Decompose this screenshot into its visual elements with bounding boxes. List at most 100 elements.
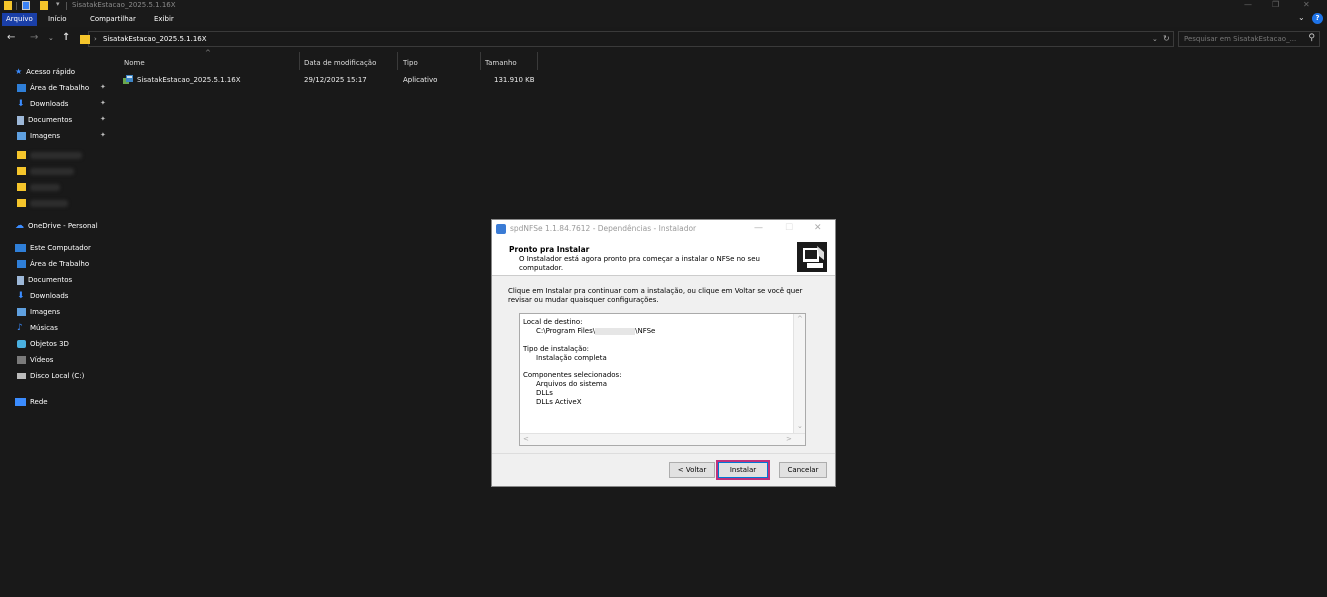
dialog-header: Pronto pra Instalar O Instalador está ag… (492, 238, 835, 276)
tab-inicio[interactable]: Início (44, 13, 71, 26)
pin-icon[interactable]: ✦ (100, 83, 106, 91)
sidebar-item-redacted[interactable] (17, 196, 68, 210)
column-separator[interactable] (397, 52, 398, 70)
memo-type-label: Tipo de instalação: (523, 345, 590, 353)
properties-icon[interactable] (22, 1, 30, 10)
memo-component: Arquivos do sistema (536, 380, 608, 388)
column-separator[interactable] (537, 52, 538, 70)
dialog-title-bar: spdNFSe 1.1.84.7612 - Dependências - Ins… (492, 220, 835, 238)
dialog-close-button[interactable]: ✕ (814, 223, 822, 233)
dialog-heading: Pronto pra Instalar (509, 245, 590, 254)
maximize-button[interactable]: ❐ (1272, 0, 1279, 9)
folder-icon (17, 151, 26, 159)
sidebar-item-quick-access[interactable]: ★ Acesso rápido (15, 65, 75, 79)
refresh-icon[interactable]: ↻ (1163, 34, 1170, 43)
redacted-label (30, 183, 60, 191)
music-icon: ♪ (17, 323, 23, 333)
pin-icon[interactable]: ✦ (100, 99, 106, 107)
cancel-button[interactable]: Cancelar (779, 462, 827, 478)
search-icon: ⚲ (1308, 33, 1315, 43)
sidebar-item-network[interactable]: Rede (15, 395, 48, 409)
back-button[interactable]: < Voltar (669, 462, 715, 478)
address-row: ← → ⌄ ↑ › SisatakEstacao_2025.5.1.16X ⌄ … (0, 30, 1327, 48)
sidebar-item-redacted[interactable] (17, 180, 60, 194)
installer-logo-icon (797, 242, 827, 272)
folder-icon (17, 199, 26, 207)
file-name: SisatakEstacao_2025.5.1.16X (137, 76, 241, 84)
chevron-right-icon[interactable]: › (94, 35, 97, 43)
forward-arrow-icon[interactable]: → (30, 32, 38, 43)
sidebar-item-redacted[interactable] (17, 164, 74, 178)
sidebar-item-onedrive[interactable]: ☁ OneDrive - Personal (15, 219, 98, 233)
redacted-label (30, 199, 68, 207)
tab-compartilhar[interactable]: Compartilhar (86, 13, 140, 26)
desktop-icon (17, 84, 26, 92)
chevron-down-icon[interactable]: ⌄ (1152, 35, 1158, 43)
close-button[interactable]: ✕ (1303, 0, 1310, 9)
dialog-minimize-button[interactable]: — (754, 223, 763, 233)
scroll-down-icon[interactable]: ⌄ (797, 422, 803, 430)
memo-component: DLLs (536, 389, 553, 397)
sort-ascending-icon: ^ (205, 49, 211, 57)
up-arrow-icon[interactable]: ↑ (62, 32, 70, 43)
folder-icon (4, 1, 12, 10)
sidebar-item-this-pc[interactable]: Este Computador (15, 241, 91, 255)
sidebar-item-pc-documents[interactable]: Documentos (17, 273, 72, 287)
memo-horizontal-scrollbar[interactable]: < > (520, 433, 805, 445)
redacted-label (30, 167, 74, 175)
cloud-icon: ☁ (15, 221, 24, 231)
sidebar-item-desktop[interactable]: Área de Trabalho (17, 81, 89, 95)
sidebar-item-pc-music[interactable]: ♪ Músicas (17, 321, 58, 335)
memo-type-value: Instalação completa (536, 354, 607, 362)
computer-icon (15, 244, 26, 252)
document-icon (17, 275, 24, 285)
memo-vertical-scrollbar[interactable]: ^ ⌄ (793, 314, 805, 434)
scroll-up-icon[interactable]: ^ (797, 315, 803, 323)
sidebar-item-documents[interactable]: Documentos (17, 113, 72, 127)
column-separator[interactable] (299, 52, 300, 70)
column-header-name[interactable]: Nome (124, 54, 145, 72)
scroll-right-icon[interactable]: > (786, 435, 792, 443)
sidebar-item-pc-images[interactable]: Imagens (17, 305, 60, 319)
file-type: Aplicativo (403, 76, 438, 84)
minimize-button[interactable]: — (1244, 0, 1252, 9)
column-header-modified[interactable]: Data de modificação (304, 54, 376, 72)
sidebar-item-pc-local-disk[interactable]: Disco Local (C:) (17, 369, 84, 383)
column-separator[interactable] (480, 52, 481, 70)
tab-exibir[interactable]: Exibir (150, 13, 178, 26)
memo-dest-path: C:\Program Files\ \NFSe (536, 327, 656, 335)
tab-arquivo[interactable]: Arquivo (2, 13, 37, 26)
ready-memo[interactable]: Local de destino: C:\Program Files\ \NFSe… (519, 313, 806, 446)
install-button[interactable]: Instalar (718, 462, 768, 478)
back-arrow-icon[interactable]: ← (7, 32, 15, 43)
ribbon-tabs: Arquivo Início Compartilhar Exibir ⌄ ? (0, 12, 1327, 27)
sidebar-item-pc-desktop[interactable]: Área de Trabalho (17, 257, 89, 271)
sidebar-item-downloads[interactable]: ⬇ Downloads (17, 97, 68, 111)
expand-ribbon-icon[interactable]: ⌄ (1298, 13, 1305, 22)
address-bar[interactable]: › SisatakEstacao_2025.5.1.16X ⌄ ↻ (80, 31, 1174, 47)
customize-quick-access-icon[interactable]: ▾ (56, 0, 60, 8)
sidebar-item-redacted[interactable] (17, 148, 82, 162)
pin-icon[interactable]: ✦ (100, 115, 106, 123)
file-row[interactable]: SisatakEstacao_2025.5.1.16X 29/12/2025 1… (120, 73, 540, 87)
title-bar: ▾ SisatakEstacao_2025.5.1.16X — ❐ ✕ (0, 0, 1327, 12)
new-folder-icon[interactable] (40, 1, 48, 10)
pin-icon[interactable]: ✦ (100, 131, 106, 139)
sidebar-item-pc-downloads[interactable]: ⬇ Downloads (17, 289, 68, 303)
separator (66, 2, 67, 10)
column-header-type[interactable]: Tipo (403, 54, 418, 72)
memo-component: DLLs ActiveX (536, 398, 582, 406)
dialog-separator (492, 453, 835, 454)
help-icon[interactable]: ? (1312, 13, 1323, 24)
recent-locations-icon[interactable]: ⌄ (48, 34, 54, 42)
column-header-size[interactable]: Tamanho (485, 54, 517, 72)
sidebar-item-pc-videos[interactable]: Vídeos (17, 353, 53, 367)
redacted-path (595, 327, 636, 335)
search-input[interactable]: Pesquisar em SisatakEstacao_... ⚲ (1178, 31, 1320, 47)
scroll-left-icon[interactable]: < (523, 435, 529, 443)
dialog-title: spdNFSe 1.1.84.7612 - Dependências - Ins… (510, 224, 697, 233)
sidebar-item-images[interactable]: Imagens (17, 129, 60, 143)
video-icon (17, 356, 26, 364)
sidebar-item-pc-3d-objects[interactable]: Objetos 3D (17, 337, 69, 351)
dialog-subheading: O Instalador está agora pronto pra começ… (519, 255, 760, 272)
